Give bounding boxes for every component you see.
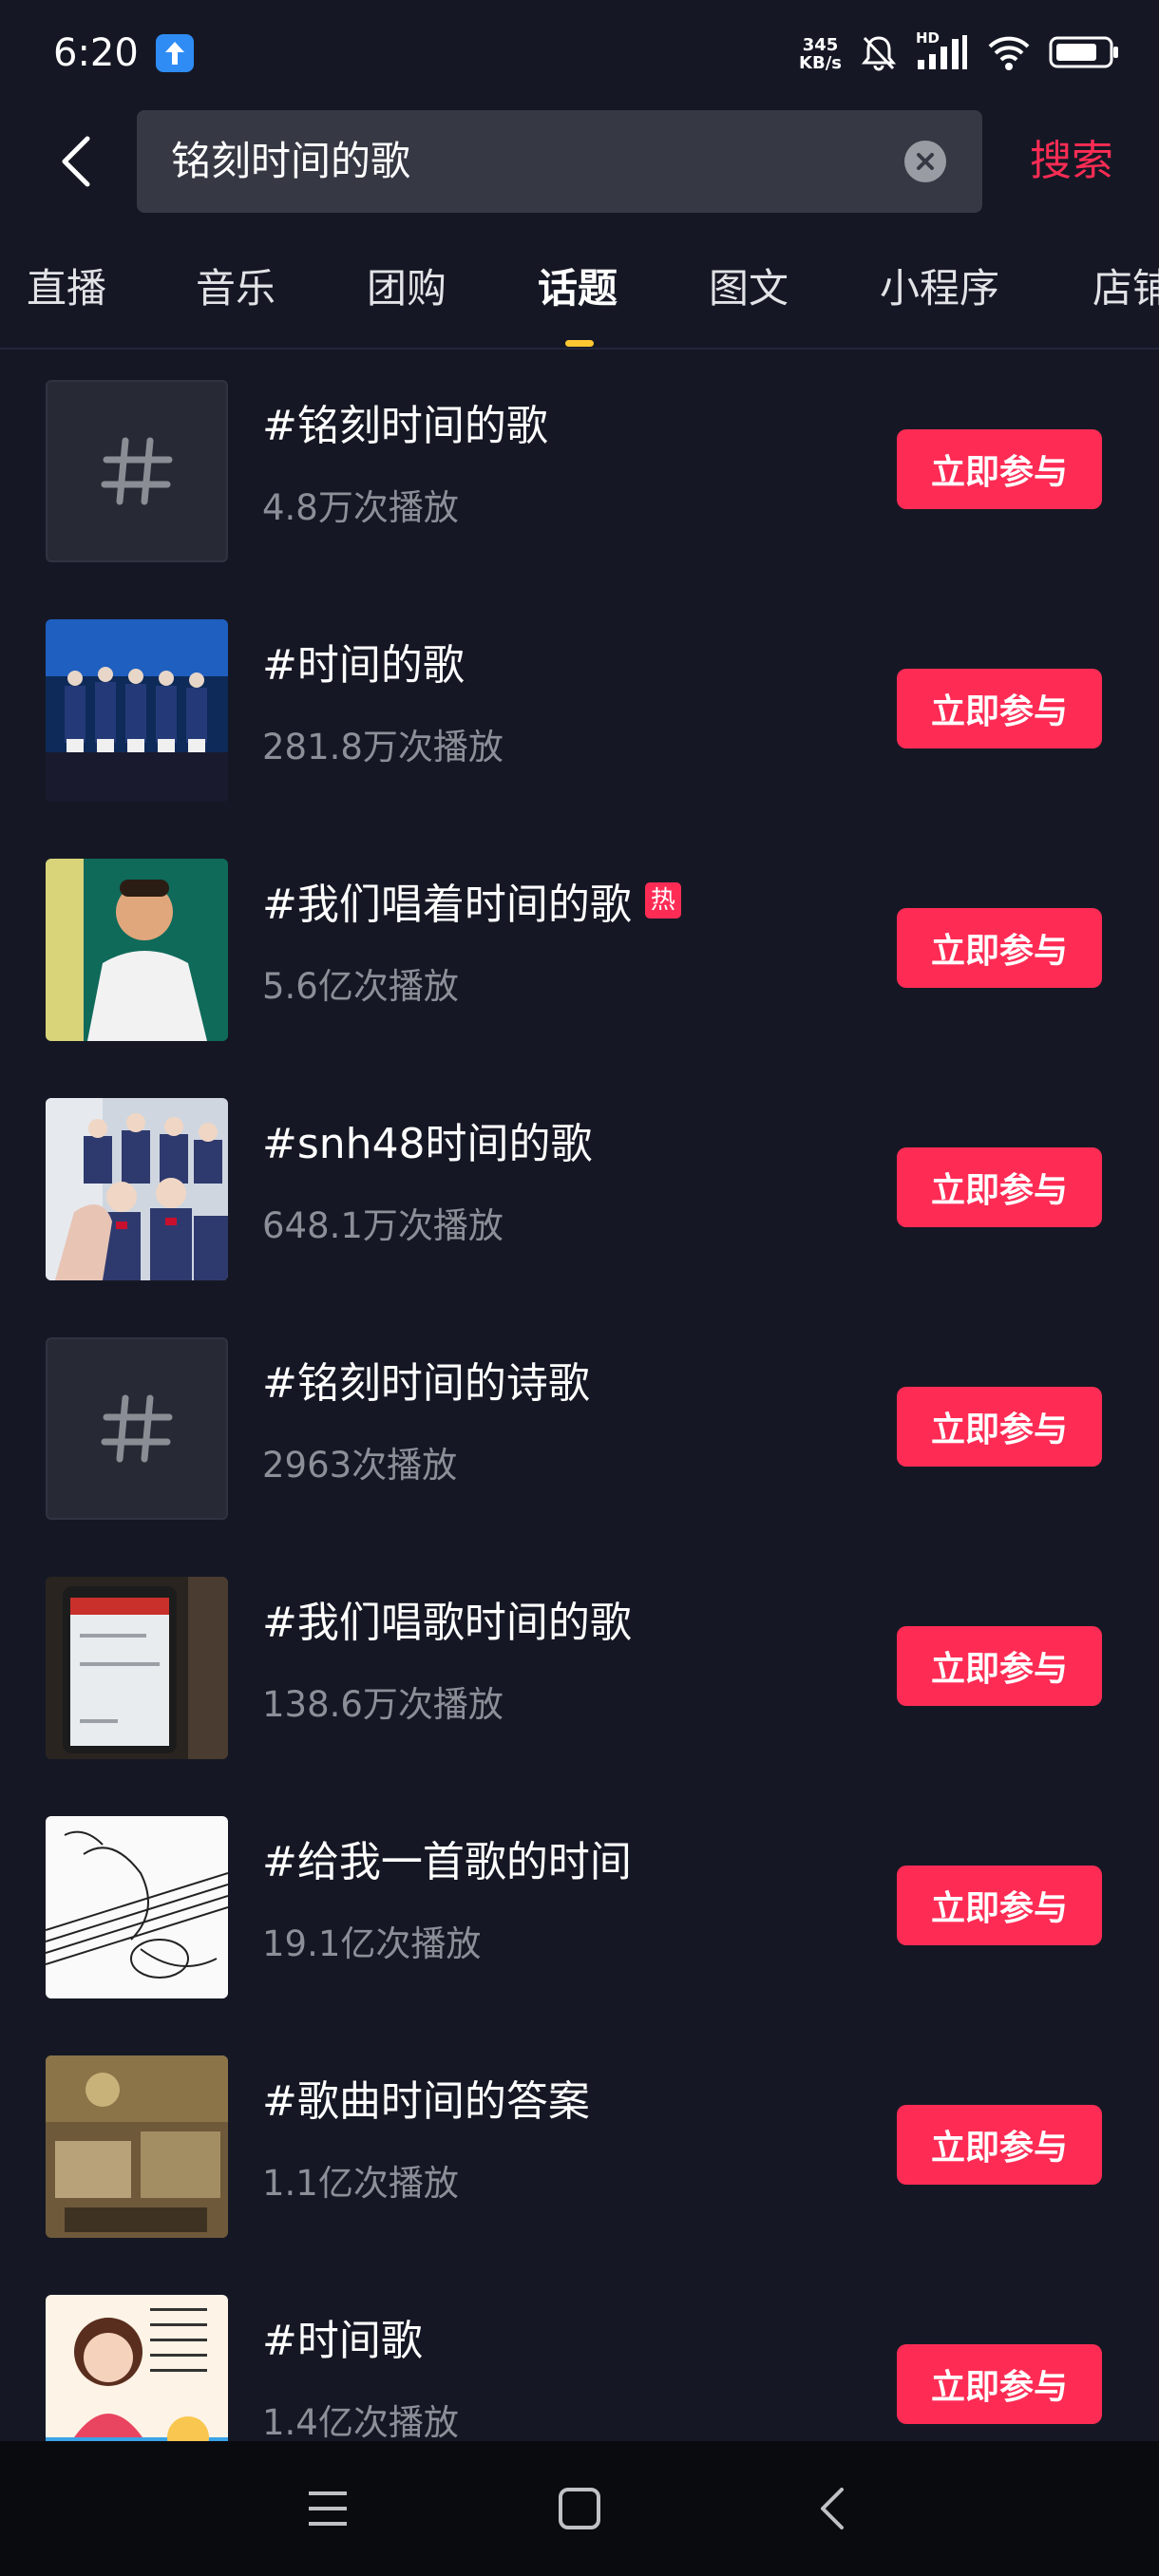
topic-row[interactable]: #铭刻时间的诗歌 2963次播放 立即参与 — [0, 1309, 1159, 1548]
topic-title: #我们唱歌时间的歌 — [262, 1588, 632, 1649]
join-button[interactable]: 立即参与 — [897, 429, 1102, 509]
tab-mini-programs[interactable]: 小程序 — [880, 256, 999, 314]
menu-button[interactable] — [294, 2475, 361, 2542]
guitar-sketch-image — [46, 1816, 228, 1998]
network-speed-unit: KB/s — [799, 53, 842, 73]
join-button[interactable]: 立即参与 — [897, 1147, 1102, 1227]
battery-icon — [1049, 34, 1121, 74]
topic-play-count: 2963次播放 — [262, 1445, 458, 1486]
close-icon — [917, 153, 934, 170]
search-query-text: 铭刻时间的歌 — [171, 138, 411, 184]
home-square-icon — [559, 2488, 600, 2529]
tab-live[interactable]: 直播 — [27, 256, 106, 314]
cartoon-girl-image — [46, 2295, 228, 2441]
topic-play-count: 5.6亿次播放 — [262, 966, 459, 1007]
topic-row[interactable]: #snh48时间的歌 648.1万次播放 立即参与 — [0, 1070, 1159, 1309]
topic-play-count: 4.8万次播放 — [262, 487, 459, 528]
topic-row[interactable]: #铭刻时间的歌 4.8万次播放 立即参与 — [0, 351, 1159, 591]
status-time: 6:20 — [53, 31, 139, 75]
singer-portrait-image — [46, 859, 228, 1041]
status-icons: 345 KB/s HD — [799, 29, 1121, 76]
join-button[interactable]: 立即参与 — [897, 2105, 1102, 2185]
topic-title-text: #我们唱着时间的歌 — [262, 881, 632, 929]
tab-topics[interactable]: 话题 — [538, 256, 618, 314]
search-header: 铭刻时间的歌 搜索 — [0, 106, 1159, 217]
group-photo-image — [46, 1098, 228, 1280]
topic-row[interactable]: #我们唱着时间的歌 热 5.6亿次播放 立即参与 — [0, 830, 1159, 1070]
topic-play-count: 1.1亿次播放 — [262, 2163, 459, 2204]
topic-title-text: #时间的歌 — [262, 641, 465, 690]
topic-title: #歌曲时间的答案 — [262, 2067, 590, 2128]
topic-row[interactable]: #歌曲时间的答案 1.1亿次播放 立即参与 — [0, 2027, 1159, 2266]
phone-screen-image — [46, 1577, 228, 1759]
signal-icon: HD — [916, 29, 969, 75]
menu-icon — [309, 2491, 347, 2526]
topic-list: #铭刻时间的歌 4.8万次播放 立即参与 #时间的歌 281.8万次播放 立即参… — [0, 351, 1159, 2441]
topic-title-text: #时间歌 — [262, 2317, 423, 2365]
tab-group-buy[interactable]: 团购 — [367, 256, 446, 314]
topic-play-count: 648.1万次播放 — [262, 1205, 504, 1246]
search-input[interactable]: 铭刻时间的歌 — [137, 110, 982, 213]
status-bar: 6:20 345 KB/s HD — [0, 0, 1159, 106]
upload-notification-icon — [155, 34, 194, 72]
tab-image-text[interactable]: 图文 — [709, 256, 788, 314]
topic-row[interactable]: #时间歌 1.4亿次播放 立即参与 — [0, 2266, 1159, 2441]
topic-play-count: 19.1亿次播放 — [262, 1923, 482, 1964]
topic-title-text: #给我一首歌的时间 — [262, 1838, 632, 1886]
network-speed-value: 345 — [802, 35, 839, 55]
mute-bell-icon — [859, 32, 899, 76]
topic-title: #时间歌 — [262, 2306, 423, 2367]
join-button[interactable]: 立即参与 — [897, 1866, 1102, 1945]
join-button[interactable]: 立即参与 — [897, 2344, 1102, 2424]
topic-title: #铭刻时间的诗歌 — [262, 1349, 590, 1410]
wifi-icon — [986, 33, 1032, 75]
topic-title: #铭刻时间的歌 — [262, 391, 548, 452]
active-tab-indicator — [565, 340, 594, 347]
home-button[interactable] — [546, 2475, 613, 2542]
topic-title-text: #铭刻时间的诗歌 — [262, 1359, 590, 1408]
photo-collage-image — [46, 2055, 228, 2238]
topic-row[interactable]: #给我一首歌的时间 19.1亿次播放 立即参与 — [0, 1788, 1159, 2027]
system-back-button[interactable] — [798, 2475, 864, 2542]
clear-search-button[interactable] — [904, 141, 946, 182]
network-type-label: HD — [916, 29, 940, 47]
join-button[interactable]: 立即参与 — [897, 669, 1102, 748]
stage-performance-image — [46, 619, 228, 802]
back-button[interactable] — [48, 133, 104, 190]
search-button[interactable]: 搜索 — [1030, 110, 1113, 213]
join-button[interactable]: 立即参与 — [897, 908, 1102, 988]
topic-title-text: #我们唱歌时间的歌 — [262, 1599, 632, 1647]
topic-title-text: #歌曲时间的答案 — [262, 2077, 590, 2126]
topic-title-text: #铭刻时间的歌 — [262, 402, 548, 450]
topic-play-count: 1.4亿次播放 — [262, 2402, 459, 2441]
hashtag-icon — [46, 380, 228, 562]
system-navigation-bar — [0, 2441, 1159, 2576]
chevron-left-icon — [821, 2488, 844, 2529]
hashtag-icon — [46, 1337, 228, 1520]
network-speed: 345 KB/s — [799, 36, 842, 72]
hot-badge: 热 — [644, 882, 681, 919]
tab-music[interactable]: 音乐 — [196, 256, 276, 314]
join-button[interactable]: 立即参与 — [897, 1626, 1102, 1706]
topic-title: #snh48时间的歌 — [262, 1109, 593, 1170]
topic-title: #时间的歌 — [262, 631, 465, 691]
topic-play-count: 138.6万次播放 — [262, 1684, 504, 1725]
search-category-tabs: 直播 音乐 团购 话题 图文 小程序 店铺 — [0, 239, 1159, 350]
topic-title-text: #snh48时间的歌 — [262, 1120, 593, 1168]
tab-shops[interactable]: 店铺 — [1092, 256, 1159, 314]
topic-play-count: 281.8万次播放 — [262, 727, 504, 767]
topic-title: #给我一首歌的时间 — [262, 1828, 632, 1888]
chevron-left-icon — [62, 136, 90, 187]
topic-row[interactable]: #我们唱歌时间的歌 138.6万次播放 立即参与 — [0, 1548, 1159, 1788]
topic-row[interactable]: #时间的歌 281.8万次播放 立即参与 — [0, 591, 1159, 830]
join-button[interactable]: 立即参与 — [897, 1387, 1102, 1467]
topic-title: #我们唱着时间的歌 热 — [262, 870, 681, 931]
